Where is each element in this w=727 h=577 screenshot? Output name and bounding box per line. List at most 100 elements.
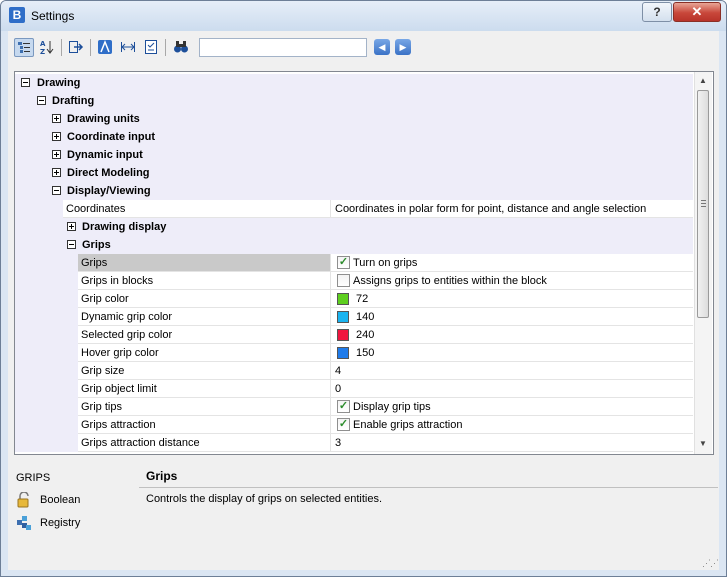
tree-group-drawing-units[interactable]: Drawing units (15, 110, 693, 128)
collapse-icon[interactable] (21, 78, 30, 87)
title-bar[interactable]: B Settings ? ✕ (1, 1, 726, 31)
dimension-settings-button[interactable] (118, 38, 138, 57)
tree-group-drafting[interactable]: Drafting (15, 92, 693, 110)
setting-row[interactable]: Grips attraction distance 3 (15, 434, 693, 452)
tree-group-label: Drawing units (67, 113, 140, 125)
setting-row[interactable]: Grip object limit 0 (15, 380, 693, 398)
search-previous-button[interactable]: ◀ (374, 39, 390, 55)
setting-value[interactable]: Coordinates in polar form for point, dis… (335, 203, 646, 215)
color-swatch[interactable] (337, 311, 349, 323)
vertical-scrollbar[interactable]: ▲ ▼ (694, 72, 712, 454)
checkbox-checked[interactable]: ✓ (337, 418, 350, 431)
setting-value[interactable]: Enable grips attraction (353, 419, 462, 431)
scroll-up-icon[interactable]: ▲ (699, 76, 707, 85)
setting-name: Dynamic grip color (78, 308, 331, 325)
setting-row-coordinates[interactable]: Coordinates Coordinates in polar form fo… (15, 200, 693, 218)
settings-tree: Drawing Drafting Drawing units Coordinat… (14, 71, 714, 455)
window-title: Settings (31, 9, 75, 23)
tree-group-label: Display/Viewing (67, 185, 151, 197)
tree-group-direct-modeling[interactable]: Direct Modeling (15, 164, 693, 182)
svg-text:A: A (40, 40, 46, 48)
tree-group-label: Coordinate input (67, 131, 155, 143)
setting-value[interactable]: Display grip tips (353, 401, 431, 413)
tree-group-label: Drawing display (82, 221, 167, 233)
setting-row[interactable]: Grip color 72 (15, 290, 693, 308)
divider (139, 487, 718, 488)
expand-icon[interactable] (52, 150, 61, 159)
tree-group-dynamic-input[interactable]: Dynamic input (15, 146, 693, 164)
indent-band (15, 434, 78, 452)
checkbox-unchecked[interactable] (337, 274, 350, 287)
setting-row[interactable]: Grips attraction ✓ Enable grips attraction (15, 416, 693, 434)
search-input[interactable] (199, 38, 367, 57)
setting-value[interactable]: 3 (335, 437, 341, 449)
expand-icon[interactable] (52, 114, 61, 123)
export-icon (69, 41, 84, 53)
indent-band (15, 254, 78, 272)
tree-group-grips[interactable]: Grips (15, 236, 693, 254)
setting-name: Grips in blocks (78, 272, 331, 289)
export-button[interactable] (66, 38, 86, 57)
tree-group-label: Drawing (37, 77, 81, 89)
search-button[interactable] (171, 38, 191, 57)
color-swatch[interactable] (337, 347, 349, 359)
scrollbar-thumb[interactable] (697, 90, 709, 318)
setting-value[interactable]: 4 (335, 365, 341, 377)
help-button[interactable]: ? (642, 2, 672, 22)
checkbox-checked[interactable]: ✓ (337, 256, 350, 269)
categorized-view-button[interactable] (14, 38, 34, 57)
setting-row[interactable]: Grips ✓ Turn on grips (15, 254, 693, 272)
setting-row[interactable]: Grip size 4 (15, 362, 693, 380)
tree-group-label: Dynamic input (67, 149, 143, 161)
expand-icon[interactable] (52, 132, 61, 141)
color-swatch[interactable] (337, 293, 349, 305)
alphabetical-view-button[interactable]: A Z (37, 38, 57, 57)
indent-band (15, 326, 78, 344)
tree-group-coordinate-input[interactable]: Coordinate input (15, 128, 693, 146)
setting-row[interactable]: Hover grip color 150 (15, 344, 693, 362)
indent-band (15, 200, 63, 218)
setting-value[interactable]: Turn on grips (353, 257, 417, 269)
setting-value[interactable]: Assigns grips to entities within the blo… (353, 275, 547, 287)
bricscad-icon (98, 39, 112, 54)
close-button[interactable]: ✕ (673, 2, 721, 22)
tree-group-drawing-display[interactable]: Drawing display (15, 218, 693, 236)
search-next-button[interactable]: ▶ (395, 39, 411, 55)
checkbox-checked[interactable]: ✓ (337, 400, 350, 413)
resize-grip-icon[interactable]: ⋰⋰ (702, 558, 719, 569)
setting-row[interactable]: Grips in blocks Assigns grips to entities… (15, 272, 693, 290)
toolbar-separator (165, 39, 166, 56)
expand-icon[interactable] (67, 222, 76, 231)
setting-name: Grips attraction distance (78, 434, 331, 451)
tree-group-drawing[interactable]: Drawing (15, 74, 693, 92)
client-area: A Z ◀ ▶ Drawing Drafting Drawing units C… (8, 31, 719, 570)
tree-group-label: Grips (82, 239, 111, 251)
setting-value[interactable]: 140 (356, 311, 374, 323)
tree-group-display-viewing[interactable]: Display/Viewing (15, 182, 693, 200)
setting-row[interactable]: Grip tips ✓ Display grip tips (15, 398, 693, 416)
setting-value[interactable]: 72 (356, 293, 368, 305)
indent-band (15, 416, 78, 434)
color-swatch[interactable] (337, 329, 349, 341)
drawing-settings-button[interactable] (141, 38, 161, 57)
setting-row[interactable]: Dynamic grip color 140 (15, 308, 693, 326)
collapse-icon[interactable] (37, 96, 46, 105)
collapse-icon[interactable] (52, 186, 61, 195)
tree-group-label: Drafting (52, 95, 95, 107)
toolbar-separator (61, 39, 62, 56)
setting-value[interactable]: 240 (356, 329, 374, 341)
sort-az-icon: A Z (40, 40, 54, 56)
indent-band (15, 362, 78, 380)
setting-row[interactable]: Selected grip color 240 (15, 326, 693, 344)
setting-name: Grips attraction (78, 416, 331, 433)
scroll-down-icon[interactable]: ▼ (699, 439, 707, 448)
collapse-icon[interactable] (67, 240, 76, 249)
dimension-icon (121, 42, 135, 52)
program-settings-button[interactable] (95, 38, 115, 57)
setting-value[interactable]: 0 (335, 383, 341, 395)
indent-band (15, 398, 78, 416)
expand-icon[interactable] (52, 168, 61, 177)
toolbar: A Z ◀ ▶ (8, 31, 719, 63)
setting-value[interactable]: 150 (356, 347, 374, 359)
svg-text:Z: Z (40, 48, 45, 55)
